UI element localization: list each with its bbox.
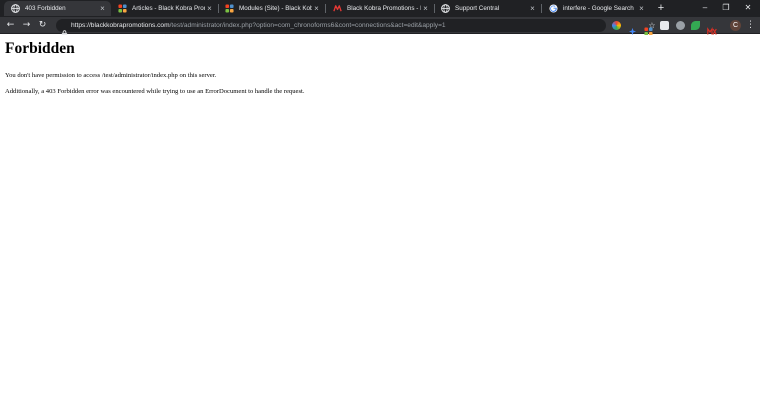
tab-close-icon[interactable]: × bbox=[421, 4, 430, 13]
globe-icon bbox=[11, 4, 20, 13]
tab-black-kobra-promotions[interactable]: Black Kobra Promotions - Bl × bbox=[326, 1, 434, 16]
browser-menu-button[interactable]: ⋮ bbox=[744, 19, 757, 32]
joomla-icon bbox=[225, 4, 234, 13]
reload-button[interactable]: ↻ bbox=[36, 19, 49, 32]
tab-articles[interactable]: Articles - Black Kobra Promo × bbox=[111, 1, 218, 16]
sparkle-extension-icon[interactable] bbox=[628, 21, 637, 36]
page-heading: Forbidden bbox=[5, 40, 75, 57]
lock-icon[interactable] bbox=[61, 22, 68, 37]
screenshot-extension-icon[interactable] bbox=[660, 21, 669, 30]
tab-close-icon[interactable]: × bbox=[98, 4, 107, 13]
tab-title: Black Kobra Promotions - Bl bbox=[347, 5, 421, 12]
tab-strip: 403 Forbidden × Articles - Black Kobra P… bbox=[0, 0, 760, 17]
close-window-button[interactable]: ✕ bbox=[737, 0, 759, 16]
google-icon bbox=[549, 4, 558, 13]
tab-close-icon[interactable]: × bbox=[205, 4, 214, 13]
tab-title: Modules (Site) - Black Kobra bbox=[239, 5, 312, 12]
url-host: https://blackkobrapromotions.com bbox=[71, 22, 170, 29]
maximize-button[interactable]: ❐ bbox=[715, 0, 737, 16]
tab-title: 403 Forbidden bbox=[25, 5, 66, 12]
kobra-icon bbox=[333, 4, 342, 13]
address-bar[interactable]: https://blackkobrapromotions.com/test/ad… bbox=[56, 19, 656, 37]
leaf-extension-icon[interactable] bbox=[691, 21, 700, 30]
tab-title: Articles - Black Kobra Promo bbox=[132, 5, 205, 12]
tab-close-icon[interactable]: × bbox=[312, 4, 321, 13]
browser-toolbar: ← → ↻ https://blackkobrapromotions.com/t… bbox=[0, 17, 760, 37]
tab-modules-site[interactable]: Modules (Site) - Black Kobra × bbox=[218, 1, 325, 16]
tab-close-icon[interactable]: × bbox=[637, 4, 646, 13]
tab-title: Support Central bbox=[455, 5, 500, 12]
joomla-extension-icon[interactable] bbox=[644, 21, 653, 36]
url-path: /test/administrator/index.php?option=com… bbox=[169, 22, 446, 29]
url-text[interactable]: https://blackkobrapromotions.com/test/ad… bbox=[71, 19, 446, 32]
page-content: Forbidden You don't have permission to a… bbox=[0, 35, 760, 412]
back-button[interactable]: ← bbox=[4, 19, 17, 32]
badge-extension-icon[interactable] bbox=[676, 21, 685, 30]
profile-avatar[interactable]: C bbox=[730, 20, 741, 31]
new-tab-button[interactable]: + bbox=[655, 2, 667, 14]
globe-icon bbox=[441, 4, 450, 13]
permission-message: You don't have permission to access /tes… bbox=[5, 72, 217, 79]
tab-title: interfere - Google Search bbox=[563, 5, 634, 12]
mx-extension-icon[interactable] bbox=[707, 21, 717, 35]
tab-support-central[interactable]: Support Central × bbox=[434, 1, 541, 16]
minimize-button[interactable]: – bbox=[694, 0, 716, 16]
tab-close-icon[interactable]: × bbox=[528, 4, 537, 13]
errordocument-message: Additionally, a 403 Forbidden error was … bbox=[5, 88, 305, 95]
forward-button[interactable]: → bbox=[20, 19, 33, 32]
tab-google-search[interactable]: interfere - Google Search × bbox=[542, 1, 650, 16]
colorwheel-extension-icon[interactable] bbox=[612, 21, 621, 30]
joomla-icon bbox=[118, 4, 127, 13]
tab-403-forbidden[interactable]: 403 Forbidden × bbox=[4, 1, 111, 16]
